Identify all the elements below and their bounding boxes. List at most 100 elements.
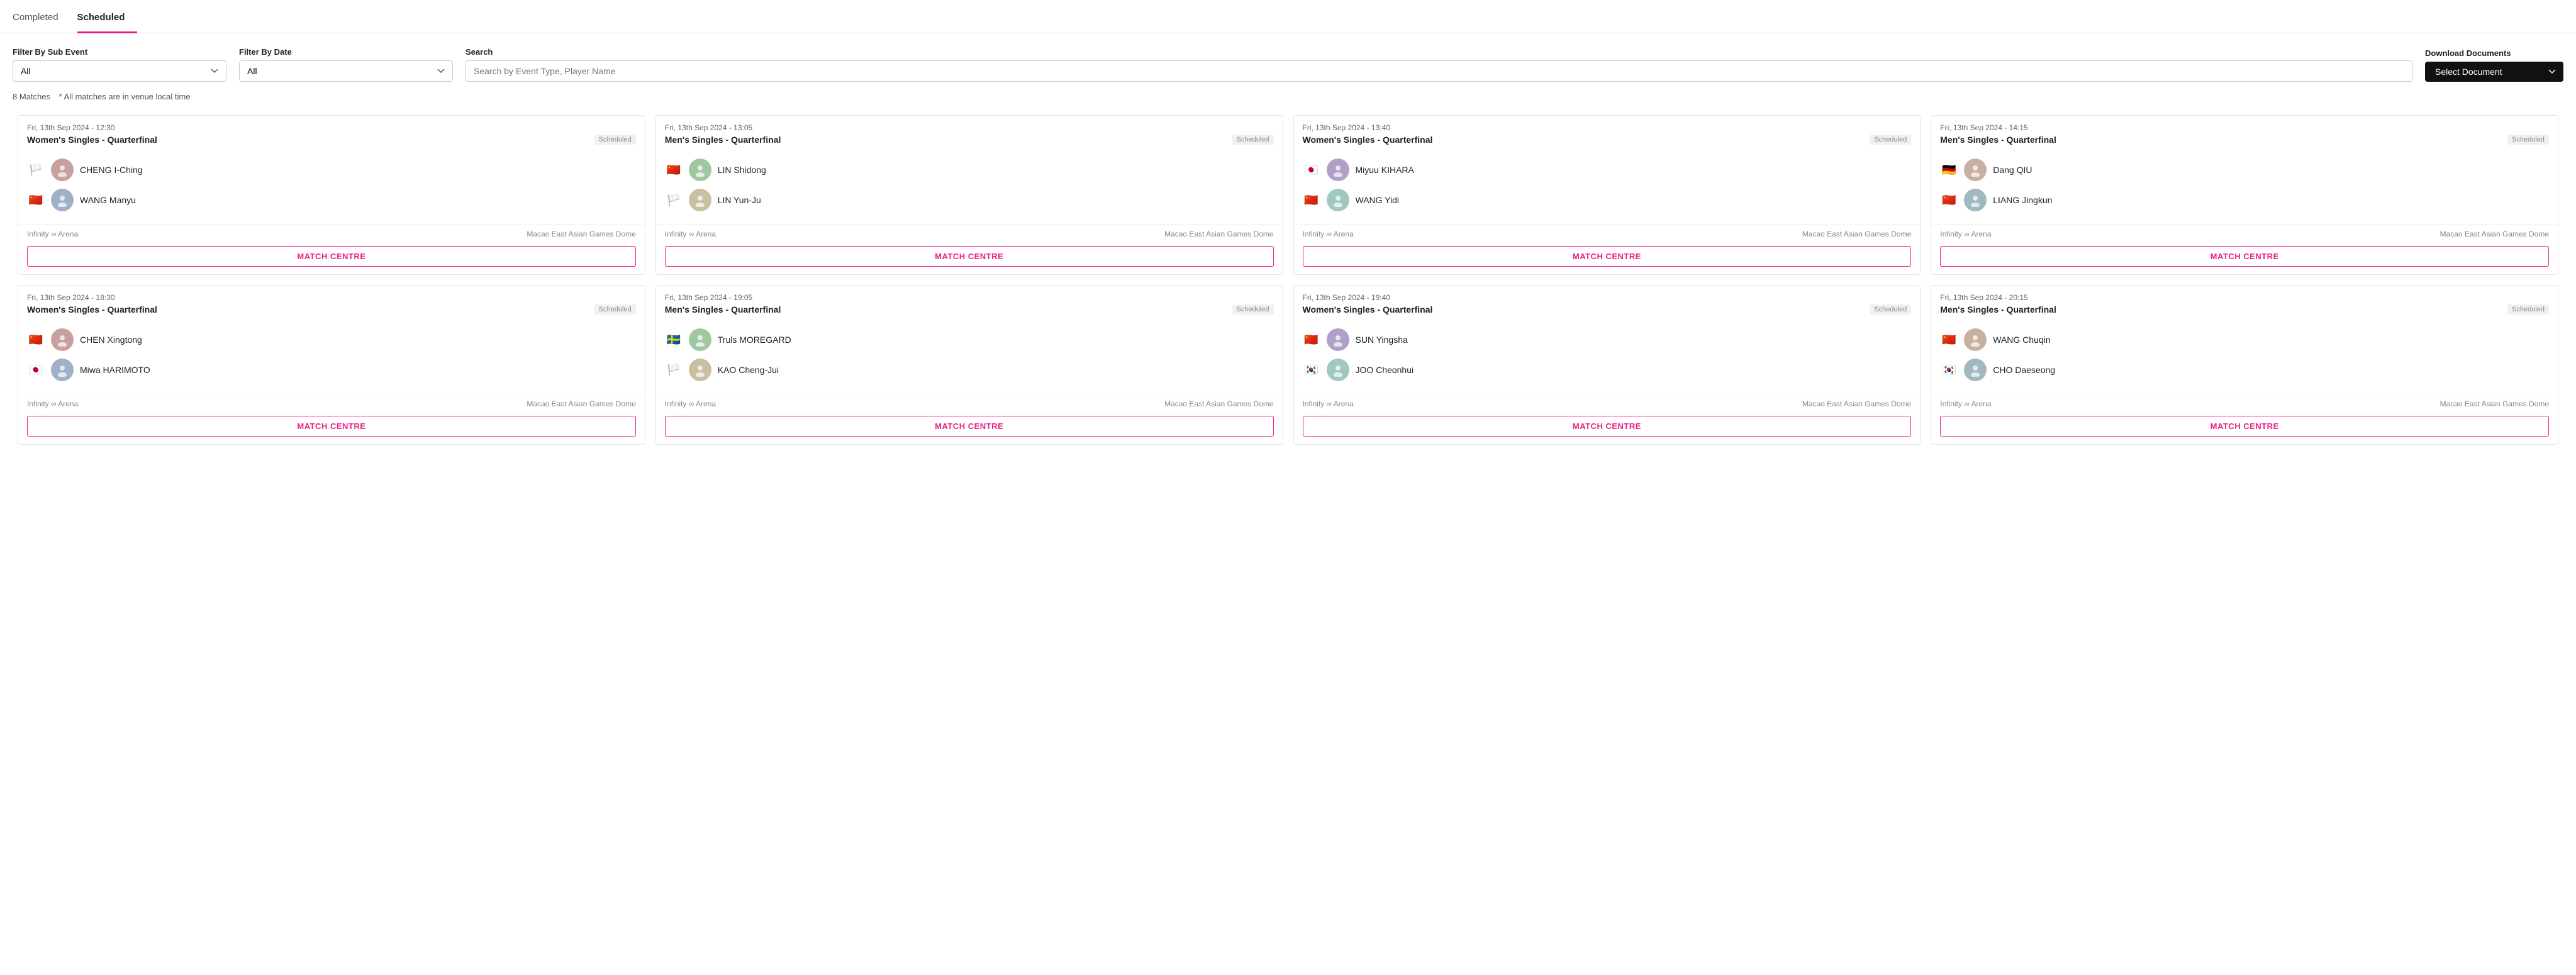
match-datetime: Fri, 13th Sep 2024 - 14:15 xyxy=(1940,123,2549,132)
match-card: Fri, 13th Sep 2024 - 19:05 Men's Singles… xyxy=(655,285,1283,445)
match-header: Fri, 13th Sep 2024 - 14:15 Men's Singles… xyxy=(1931,116,2558,148)
match-event-name: Men's Singles - Quarterfinal xyxy=(665,304,781,315)
player-row: 🏳️ KAO Cheng-Jui xyxy=(665,355,1274,385)
player-name: CHEN Xingtong xyxy=(80,335,142,345)
player-row: 🇸🇪 Truls MOREGARD xyxy=(665,325,1274,355)
player-name: WANG Chuqin xyxy=(1993,335,2050,345)
tab-scheduled[interactable]: Scheduled xyxy=(77,1,138,33)
match-footer: Infinity ∞ Arena Macao East Asian Games … xyxy=(656,394,1283,413)
match-header: Fri, 13th Sep 2024 - 19:40 Women's Singl… xyxy=(1294,286,1921,318)
match-footer: Infinity ∞ Arena Macao East Asian Games … xyxy=(1294,224,1921,243)
download-select-button[interactable]: Select Document xyxy=(2425,62,2563,82)
sub-event-select[interactable]: All xyxy=(13,60,226,82)
match-status-badge: Scheduled xyxy=(1232,304,1274,315)
match-centre-button[interactable]: MATCH CENTRE xyxy=(1940,246,2549,267)
matches-info: 8 Matches * All matches are in venue loc… xyxy=(0,88,2576,110)
player-avatar xyxy=(1964,359,1987,381)
player-name: LIN Shidong xyxy=(718,165,766,175)
sub-event-filter-group: Filter By Sub Event All xyxy=(13,47,226,82)
match-card: Fri, 13th Sep 2024 - 13:40 Women's Singl… xyxy=(1293,115,1921,275)
match-venue: Infinity ∞ Arena xyxy=(1940,230,1991,238)
match-footer: Infinity ∞ Arena Macao East Asian Games … xyxy=(1294,394,1921,413)
match-centre-button[interactable]: MATCH CENTRE xyxy=(27,416,636,437)
match-players: 🇯🇵 Miyuu KIHARA 🇨🇳 xyxy=(1294,148,1921,221)
player-row: 🏳️ CHENG I-Ching xyxy=(27,155,636,185)
match-location: Macao East Asian Games Dome xyxy=(527,399,635,408)
player-row: 🏳️ LIN Yun-Ju xyxy=(665,185,1274,215)
match-card: Fri, 13th Sep 2024 - 19:40 Women's Singl… xyxy=(1293,285,1921,445)
match-venue: Infinity ∞ Arena xyxy=(1303,399,1354,408)
match-centre-button[interactable]: MATCH CENTRE xyxy=(1303,246,1912,267)
match-footer: Infinity ∞ Arena Macao East Asian Games … xyxy=(18,224,645,243)
match-header: Fri, 13th Sep 2024 - 12:30 Women's Singl… xyxy=(18,116,645,148)
match-status-badge: Scheduled xyxy=(594,304,636,315)
date-label: Filter By Date xyxy=(239,47,453,57)
player-avatar xyxy=(1327,359,1349,381)
player-flag-icon: 🇰🇷 xyxy=(1940,364,1958,376)
match-event-name: Women's Singles - Quarterfinal xyxy=(27,135,157,145)
date-filter-group: Filter By Date All xyxy=(239,47,453,82)
player-name: LIN Yun-Ju xyxy=(718,195,761,205)
match-status-badge: Scheduled xyxy=(1870,304,1911,315)
match-centre-button[interactable]: MATCH CENTRE xyxy=(1303,416,1912,437)
player-flag-icon: 🇨🇳 xyxy=(1303,194,1320,206)
search-input[interactable] xyxy=(466,60,2412,82)
player-name: Miyuu KIHARA xyxy=(1356,165,1414,175)
download-label: Download Documents xyxy=(2425,48,2563,58)
match-datetime: Fri, 13th Sep 2024 - 18:30 xyxy=(27,293,636,302)
match-players: 🇨🇳 WANG Chuqin 🇰🇷 xyxy=(1931,318,2558,391)
match-datetime: Fri, 13th Sep 2024 - 13:05 xyxy=(665,123,1274,132)
player-avatar xyxy=(689,328,711,351)
match-location: Macao East Asian Games Dome xyxy=(2440,399,2549,408)
match-venue: Infinity ∞ Arena xyxy=(27,399,78,408)
match-card: Fri, 13th Sep 2024 - 12:30 Women's Singl… xyxy=(18,115,645,275)
match-centre-button[interactable]: MATCH CENTRE xyxy=(27,246,636,267)
match-datetime: Fri, 13th Sep 2024 - 20:15 xyxy=(1940,293,2549,302)
player-flag-icon: 🇯🇵 xyxy=(1303,164,1320,176)
match-datetime: Fri, 13th Sep 2024 - 19:05 xyxy=(665,293,1274,302)
matches-count: 8 Matches xyxy=(13,92,50,101)
match-status-badge: Scheduled xyxy=(1232,135,1274,145)
player-flag-icon: 🇨🇳 xyxy=(27,194,45,206)
player-flag-icon: 🇨🇳 xyxy=(1303,333,1320,346)
player-name: WANG Yidi xyxy=(1356,195,1400,205)
match-location: Macao East Asian Games Dome xyxy=(1164,399,1273,408)
match-centre-button[interactable]: MATCH CENTRE xyxy=(665,246,1274,267)
match-datetime: Fri, 13th Sep 2024 - 12:30 xyxy=(27,123,636,132)
player-row: 🇨🇳 LIN Shidong xyxy=(665,155,1274,185)
player-row: 🇰🇷 CHO Daeseong xyxy=(1940,355,2549,385)
match-players: 🇨🇳 CHEN Xingtong 🇯🇵 xyxy=(18,318,645,391)
player-name: KAO Cheng-Jui xyxy=(718,365,779,375)
player-avatar xyxy=(689,189,711,211)
player-flag-icon: 🇨🇳 xyxy=(1940,194,1958,206)
match-footer: Infinity ∞ Arena Macao East Asian Games … xyxy=(656,224,1283,243)
player-row: 🇯🇵 Miwa HARIMOTO xyxy=(27,355,636,385)
match-status-badge: Scheduled xyxy=(1870,135,1911,145)
match-card: Fri, 13th Sep 2024 - 14:15 Men's Singles… xyxy=(1931,115,2558,275)
match-title-row: Men's Singles - Quarterfinal Scheduled xyxy=(665,304,1274,315)
match-location: Macao East Asian Games Dome xyxy=(1802,230,1911,238)
match-players: 🇸🇪 Truls MOREGARD 🏳️ xyxy=(656,318,1283,391)
tab-completed[interactable]: Completed xyxy=(13,1,71,33)
player-avatar xyxy=(51,328,74,351)
player-avatar xyxy=(689,159,711,181)
match-datetime: Fri, 13th Sep 2024 - 13:40 xyxy=(1303,123,1912,132)
player-name: JOO Cheonhui xyxy=(1356,365,1414,375)
match-card: Fri, 13th Sep 2024 - 13:05 Men's Singles… xyxy=(655,115,1283,275)
match-event-name: Women's Singles - Quarterfinal xyxy=(27,304,157,315)
player-name: Truls MOREGARD xyxy=(718,335,791,345)
sub-event-label: Filter By Sub Event xyxy=(13,47,226,57)
match-header: Fri, 13th Sep 2024 - 13:40 Women's Singl… xyxy=(1294,116,1921,148)
match-status-badge: Scheduled xyxy=(2507,304,2549,315)
match-header: Fri, 13th Sep 2024 - 19:05 Men's Singles… xyxy=(656,286,1283,318)
match-centre-button[interactable]: MATCH CENTRE xyxy=(1940,416,2549,437)
date-select[interactable]: All xyxy=(239,60,453,82)
download-group: Download Documents Select Document xyxy=(2425,48,2563,82)
match-players: 🇨🇳 LIN Shidong 🏳️ xyxy=(656,148,1283,221)
matches-grid: Fri, 13th Sep 2024 - 12:30 Women's Singl… xyxy=(0,110,2576,450)
player-avatar xyxy=(689,359,711,381)
match-centre-button[interactable]: MATCH CENTRE xyxy=(665,416,1274,437)
player-name: SUN Yingsha xyxy=(1356,335,1408,345)
player-flag-icon: 🏳️ xyxy=(665,364,683,376)
match-venue: Infinity ∞ Arena xyxy=(27,230,78,238)
